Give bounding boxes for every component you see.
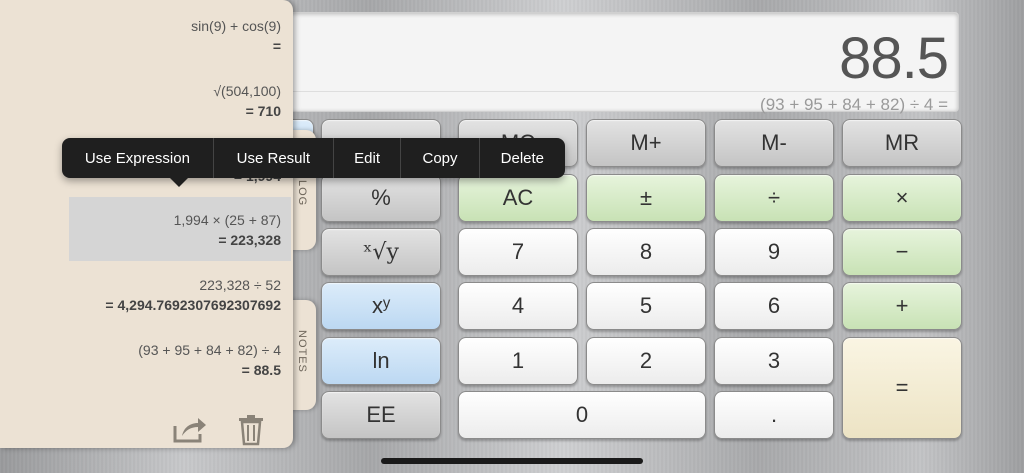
display: 88.5 (93 + 95 + 84 + 82) ÷ 4 = [255,12,959,114]
ln-key[interactable]: ln [321,337,441,385]
entry-expression: 1,994 × (25 + 87) [173,212,281,228]
entry-expression: (93 + 95 + 84 + 82) ÷ 4 [138,342,281,358]
history-entry[interactable]: √(504,100) = 710 [213,83,281,119]
menu-edit[interactable]: Edit [334,138,402,178]
menu-copy[interactable]: Copy [401,138,480,178]
history-entry[interactable]: (93 + 95 + 84 + 82) ÷ 4 = 88.5 [138,342,281,378]
equals-key[interactable]: = [842,337,962,439]
history-entry[interactable]: 223,328 ÷ 52 = 4,294.7692307692307692 [105,277,281,313]
history-tape: sin(9) + cos(9) = √(504,100) = 710 = 1,9… [0,0,293,448]
m-plus-key[interactable]: M+ [586,119,706,167]
notes-tab-label: NOTES [296,330,308,373]
entry-expression: √(504,100) [213,83,281,99]
menu-use-expression[interactable]: Use Expression [62,138,214,178]
percent-key[interactable]: % [321,174,441,222]
multiply-key[interactable]: × [842,174,962,222]
entry-result: = [272,38,281,54]
entry-result: = 223,328 [218,232,281,248]
share-icon[interactable] [172,414,208,449]
key-8[interactable]: 8 [586,228,706,276]
trash-icon[interactable] [238,414,264,451]
key-4[interactable]: 4 [458,282,578,330]
menu-delete[interactable]: Delete [480,138,565,178]
entry-result: = 710 [245,103,281,119]
decimal-key[interactable]: . [714,391,834,439]
history-entry[interactable]: 1,994 × (25 + 87) = 223,328 [174,212,281,248]
mr-key[interactable]: MR [842,119,962,167]
display-expression: (93 + 95 + 84 + 82) ÷ 4 = [760,95,948,114]
display-value: 88.5 [839,26,949,91]
home-indicator[interactable] [381,458,643,464]
plus-key[interactable]: + [842,282,962,330]
display-divider [256,91,958,92]
history-entry[interactable]: sin(9) + cos(9) = [191,18,281,54]
menu-pointer [170,178,188,187]
power-key[interactable]: xʸ [321,282,441,330]
context-menu: Use Expression Use Result Edit Copy Dele… [62,138,565,178]
entry-expression: 223,328 ÷ 52 [199,277,281,293]
ee-key[interactable]: EE [321,391,441,439]
key-3[interactable]: 3 [714,337,834,385]
key-6[interactable]: 6 [714,282,834,330]
entry-expression: sin(9) + cos(9) [191,18,281,34]
divide-key[interactable]: ÷ [714,174,834,222]
plus-minus-key[interactable]: ± [586,174,706,222]
key-0[interactable]: 0 [458,391,706,439]
m-minus-key[interactable]: M- [714,119,834,167]
key-7[interactable]: 7 [458,228,578,276]
key-5[interactable]: 5 [586,282,706,330]
key-9[interactable]: 9 [714,228,834,276]
root-key[interactable]: ˣ√y [321,228,441,276]
key-1[interactable]: 1 [458,337,578,385]
log-tab-label: LOG [296,180,308,207]
menu-use-result[interactable]: Use Result [214,138,334,178]
entry-result: = 88.5 [241,362,281,378]
entry-result: = 4,294.7692307692307692 [105,297,281,313]
ac-key[interactable]: AC [458,174,578,222]
minus-key[interactable]: − [842,228,962,276]
key-2[interactable]: 2 [586,337,706,385]
